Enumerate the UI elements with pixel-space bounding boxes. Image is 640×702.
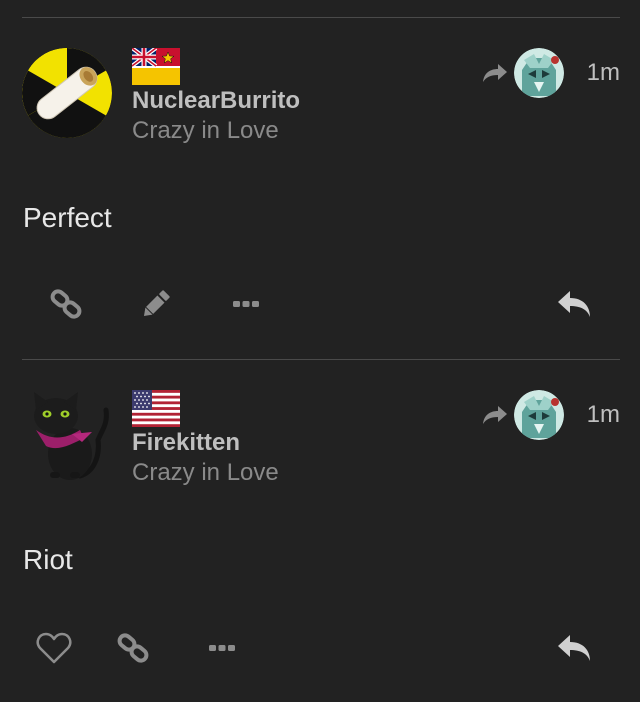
more-dots-icon[interactable] (200, 626, 244, 670)
post: Firekitten Crazy in Love 1m Riot (0, 360, 640, 702)
username[interactable]: Firekitten (132, 429, 240, 457)
post-body: Riot (23, 544, 73, 575)
reply-icon[interactable] (553, 626, 597, 670)
topic-title[interactable]: Crazy in Love (132, 117, 279, 145)
share-arrow-icon (483, 406, 507, 424)
reply-to-indicator[interactable] (480, 48, 564, 98)
robot-face-avatar-icon (514, 48, 564, 98)
like-heart-icon[interactable] (32, 626, 76, 670)
radiation-burrito-avatar-icon (22, 48, 112, 138)
avatar[interactable] (22, 48, 112, 138)
topic-title[interactable]: Crazy in Love (132, 459, 279, 487)
share-arrow-icon (483, 64, 507, 82)
more-dots-icon[interactable] (224, 282, 268, 326)
link-icon[interactable] (111, 626, 155, 670)
avatar[interactable] (22, 390, 112, 480)
post-body: Perfect (23, 202, 112, 233)
reply-to-avatar[interactable] (514, 390, 564, 440)
flag-icon (132, 48, 180, 85)
username[interactable]: NuclearBurrito (132, 87, 300, 115)
reply-to-avatar[interactable] (514, 48, 564, 98)
timestamp[interactable]: 1m (587, 401, 620, 429)
reply-icon[interactable] (553, 282, 597, 326)
link-icon[interactable] (44, 282, 88, 326)
edit-pencil-icon[interactable] (134, 282, 178, 326)
robot-face-avatar-icon (514, 390, 564, 440)
reply-to-indicator[interactable] (480, 390, 564, 440)
post: NuclearBurrito Crazy in Love 1m Perfect (0, 18, 640, 360)
flag-icon (132, 390, 180, 427)
timestamp[interactable]: 1m (587, 59, 620, 87)
black-cat-avatar-icon (22, 390, 112, 480)
